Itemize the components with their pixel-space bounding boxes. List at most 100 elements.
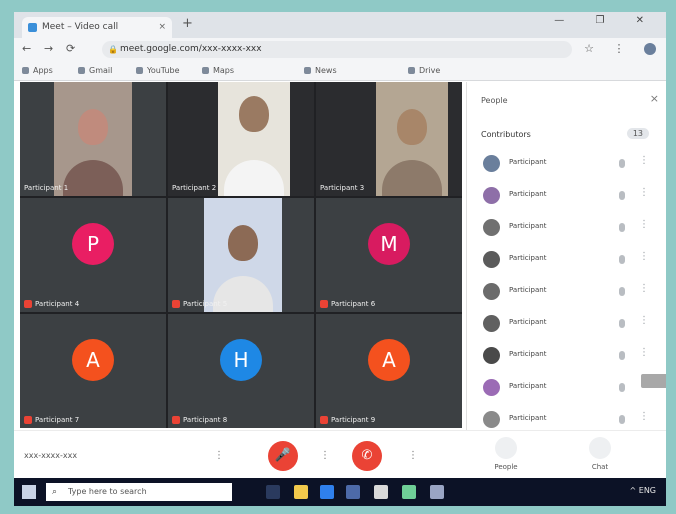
participant-name: Participant: [509, 318, 547, 326]
more-options-icon[interactable]: ⋮: [214, 450, 224, 461]
browser-tabbar: Meet – Video call × + — ❐ ✕: [14, 12, 666, 38]
participant-row[interactable]: Participant ⋮: [479, 344, 659, 368]
bookmark-item[interactable]: YouTube: [136, 62, 180, 80]
chrome-icon[interactable]: [402, 485, 416, 499]
people-button[interactable]: People: [476, 437, 536, 471]
close-icon[interactable]: ×: [650, 92, 659, 105]
edge-icon[interactable]: [320, 485, 334, 499]
participant-tile[interactable]: H Participant 8: [168, 314, 314, 428]
avatar: [483, 411, 500, 428]
avatar: [483, 155, 500, 172]
face-shape: [397, 109, 427, 146]
tile-name: Participant 1: [24, 184, 69, 192]
more-icon[interactable]: ⋮: [639, 155, 649, 166]
mic-off-icon: [172, 416, 180, 424]
more-icon[interactable]: ⋮: [639, 315, 649, 326]
mic-icon: [619, 223, 625, 232]
call-controls-bar: xxx-xxxx-xxx ⋮ 🎤 ⋮ ✆ ⋮ People Chat: [14, 430, 666, 479]
meeting-code: xxx-xxxx-xxx: [24, 451, 78, 460]
mic-toggle-button[interactable]: 🎤: [268, 441, 298, 471]
mic-icon: [619, 191, 625, 200]
participant-tile[interactable]: P Participant 4: [20, 198, 166, 312]
reload-icon[interactable]: ⟳: [66, 42, 75, 55]
store-icon[interactable]: [346, 485, 360, 499]
people-icon: [495, 437, 517, 459]
participant-name: Participant: [509, 414, 547, 422]
people-panel: People × Contributors 13 Participant ⋮ P…: [466, 82, 666, 442]
address-actions[interactable]: ☆ ⋮: [584, 42, 656, 55]
bookmark-star-icon[interactable]: ☆ ⋮: [584, 42, 632, 55]
chat-button[interactable]: Chat: [570, 437, 630, 471]
mail-icon[interactable]: [374, 485, 388, 499]
bookmark-item[interactable]: Gmail: [78, 62, 112, 80]
participant-tile[interactable]: Participant 2: [168, 82, 314, 196]
avatar: [483, 347, 500, 364]
participant-row[interactable]: Participant ⋮: [479, 312, 659, 336]
task-view-icon[interactable]: [266, 485, 280, 499]
profile-avatar[interactable]: [644, 43, 656, 55]
bookmark-item[interactable]: Maps: [202, 62, 234, 80]
system-tray[interactable]: ^ ENG: [630, 486, 656, 495]
participant-name: Participant: [509, 190, 547, 198]
window-controls[interactable]: — ❐ ✕: [554, 15, 658, 26]
taskbar-search-input[interactable]: ⌕ Type here to search: [46, 483, 232, 501]
bookmark-icon: [22, 67, 29, 74]
participant-tile[interactable]: A Participant 9: [316, 314, 462, 428]
windows-start-icon[interactable]: [22, 485, 36, 499]
mic-off-icon: [320, 416, 328, 424]
back-arrow-icon[interactable]: ←: [22, 42, 31, 55]
more-icon[interactable]: ⋮: [639, 283, 649, 294]
windows-taskbar: ⌕ Type here to search ^ ENG: [14, 478, 666, 506]
more-icon[interactable]: ⋮: [639, 187, 649, 198]
more-icon[interactable]: ⋮: [639, 219, 649, 230]
participant-name: Participant: [509, 286, 547, 294]
people-label: People: [494, 463, 518, 471]
participant-tile[interactable]: A Participant 7: [20, 314, 166, 428]
app-icon[interactable]: [430, 485, 444, 499]
tile-name: Participant 3: [320, 184, 365, 192]
video-grid: Participant 1 Participant 2 Participant …: [20, 82, 462, 428]
more-options-icon[interactable]: ⋮: [320, 450, 330, 461]
file-explorer-icon[interactable]: [294, 485, 308, 499]
more-options-icon[interactable]: ⋮: [408, 450, 418, 461]
avatar: [483, 379, 500, 396]
bookmark-item[interactable]: Drive: [408, 62, 440, 80]
url-text: meet.google.com/xxx-xxxx-xxx: [120, 44, 262, 54]
chat-icon: [589, 437, 611, 459]
bookmark-icon: [78, 67, 85, 74]
participant-row[interactable]: Participant ⋮: [479, 152, 659, 176]
participant-name: Participant: [509, 382, 547, 390]
participant-row[interactable]: Participant ⋮: [479, 184, 659, 208]
bookmark-item[interactable]: Apps: [22, 62, 53, 80]
participant-tile[interactable]: Participant 3: [316, 82, 462, 196]
bookmark-item[interactable]: News: [304, 62, 337, 80]
participant-row[interactable]: Participant ⋮: [479, 248, 659, 272]
camera-feed: [218, 82, 290, 196]
participant-tile[interactable]: Participant 1: [20, 82, 166, 196]
search-placeholder: Type here to search: [68, 487, 147, 496]
section-label[interactable]: Contributors: [481, 130, 531, 139]
participant-tile[interactable]: M Participant 6: [316, 198, 462, 312]
more-icon[interactable]: ⋮: [639, 251, 649, 262]
forward-arrow-icon[interactable]: →: [44, 42, 53, 55]
participant-count-badge: 13: [626, 128, 649, 139]
browser-tab[interactable]: Meet – Video call ×: [22, 17, 172, 38]
end-call-button[interactable]: ✆: [352, 441, 382, 471]
participant-row[interactable]: Participant ⋮: [479, 408, 659, 432]
hover-tooltip: [641, 374, 666, 388]
camera-feed: [204, 198, 282, 312]
participant-name: Participant: [509, 222, 547, 230]
new-tab-icon[interactable]: +: [182, 16, 193, 31]
mic-off-icon: [24, 300, 32, 308]
more-icon[interactable]: ⋮: [639, 411, 649, 422]
panel-title: People: [481, 96, 508, 105]
more-icon[interactable]: ⋮: [639, 347, 649, 358]
url-input[interactable]: 🔒 meet.google.com/xxx-xxxx-xxx: [102, 41, 572, 58]
avatar: [483, 283, 500, 300]
participant-tile[interactable]: Participant 5: [168, 198, 314, 312]
participant-row[interactable]: Participant ⋮: [479, 216, 659, 240]
bookmark-icon: [202, 67, 209, 74]
tab-close-icon[interactable]: ×: [158, 17, 166, 38]
participant-row[interactable]: Participant ⋮: [479, 376, 659, 400]
participant-row[interactable]: Participant ⋮: [479, 280, 659, 304]
